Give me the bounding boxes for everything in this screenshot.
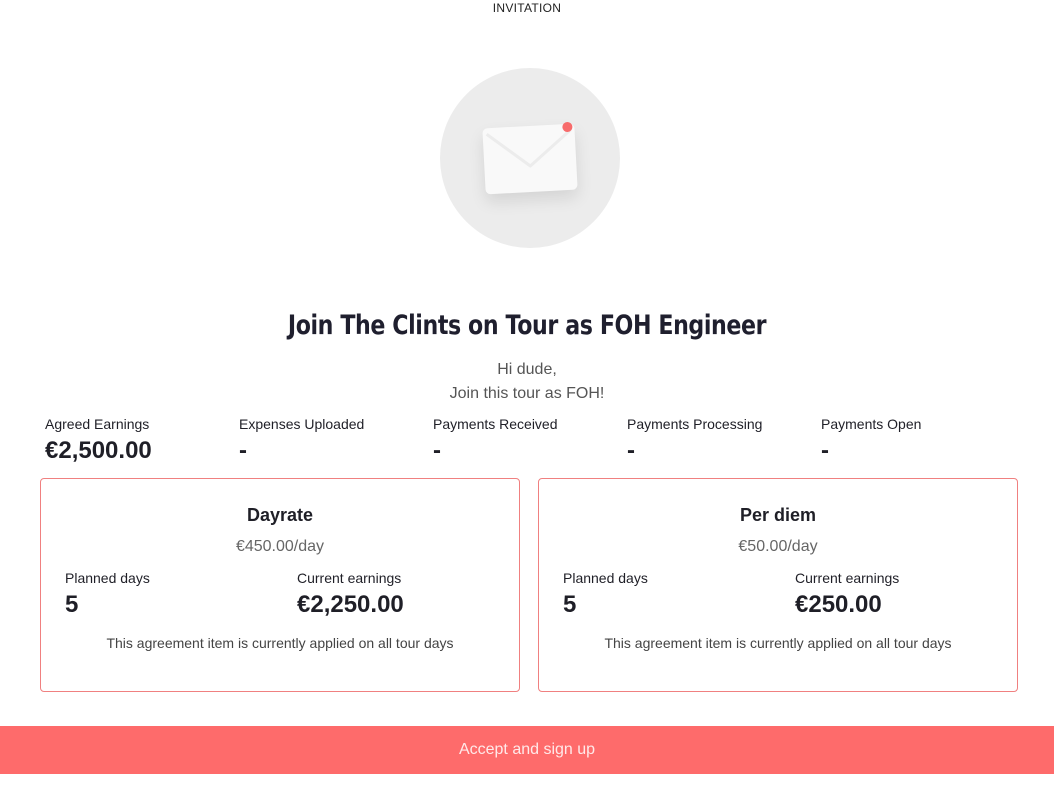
stat-label: Expenses Uploaded (239, 416, 365, 432)
earnings-summary: Agreed Earnings €2,500.00 Expenses Uploa… (45, 415, 1025, 469)
current-earnings-value: €2,250.00 (297, 591, 404, 618)
invitation-message: Join this tour as FOH! (449, 385, 605, 402)
stat-agreed-earnings: Agreed Earnings €2,500.00 (45, 415, 235, 469)
planned-days-label: Planned days (563, 570, 648, 586)
invitation-title: Join The Clints on Tour as FOH Engineer (287, 310, 767, 341)
stat-label: Agreed Earnings (45, 416, 150, 432)
stat-payments-processing: Payments Processing - (627, 415, 817, 469)
stat-payments-received: Payments Received - (433, 415, 623, 469)
stat-value: - (239, 437, 247, 464)
planned-days-value: 5 (65, 591, 79, 618)
agreement-title: Per diem (739, 505, 817, 525)
stat-label: Payments Received (433, 416, 558, 432)
planned-days-label: Planned days (65, 570, 150, 586)
current-earnings: Current earnings €250.00 (795, 569, 899, 623)
agreement-rate: €450.00/day (235, 538, 325, 555)
envelope-icon (482, 121, 578, 195)
invitation-illustration (440, 68, 620, 248)
current-earnings-label: Current earnings (297, 570, 402, 586)
envelope-flap-icon (485, 128, 572, 168)
invitation-greeting: Hi dude, (497, 361, 557, 378)
accept-and-sign-up-button[interactable]: Accept and sign up (0, 726, 1054, 774)
stat-payments-open: Payments Open - (821, 415, 1011, 469)
current-earnings-label: Current earnings (795, 570, 900, 586)
current-earnings-value: €250.00 (795, 591, 882, 618)
agreement-note: This agreement item is currently applied… (604, 635, 952, 651)
agreement-title: Dayrate (246, 505, 314, 525)
stat-label: Payments Processing (627, 416, 763, 432)
agreement-rate: €50.00/day (738, 538, 818, 555)
stat-value: - (821, 437, 829, 464)
stat-label: Payments Open (821, 416, 922, 432)
agreement-card-dayrate: Dayrate €450.00/day Planned days 5 Curre… (40, 478, 520, 692)
stat-value: €2,500.00 (45, 437, 152, 464)
planned-days: Planned days 5 (65, 569, 150, 623)
stat-expenses-uploaded: Expenses Uploaded - (239, 415, 429, 469)
stat-value: - (627, 437, 635, 464)
current-earnings: Current earnings €2,250.00 (297, 569, 404, 623)
agreement-card-per-diem: Per diem €50.00/day Planned days 5 Curre… (538, 478, 1018, 692)
stat-value: - (433, 437, 441, 464)
planned-days: Planned days 5 (563, 569, 648, 623)
page-header-label: INVITATION (492, 1, 562, 15)
agreement-note: This agreement item is currently applied… (106, 635, 454, 651)
planned-days-value: 5 (563, 591, 577, 618)
